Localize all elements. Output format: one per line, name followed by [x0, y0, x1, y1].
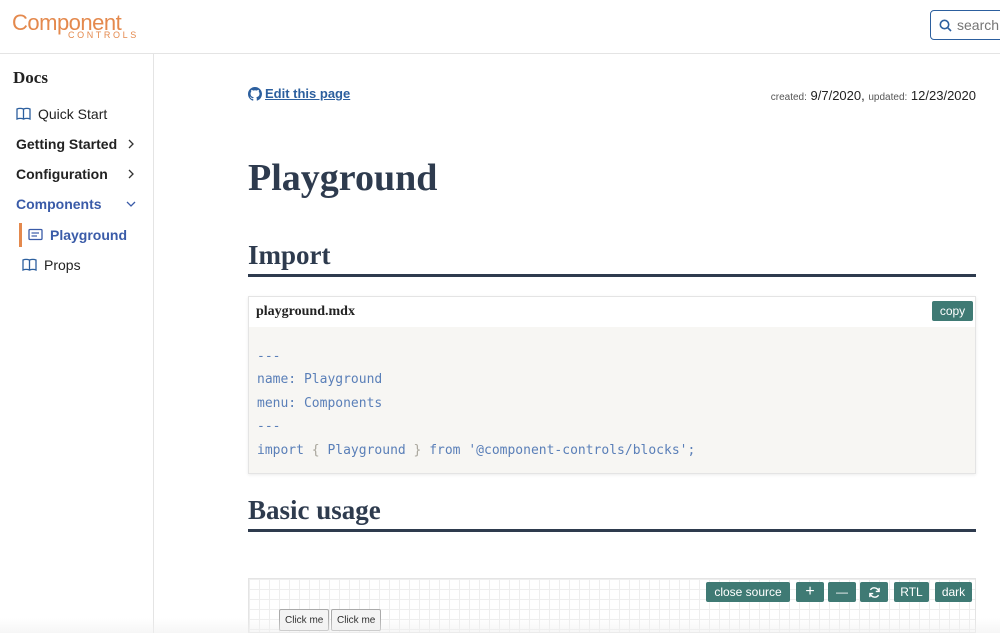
search-box[interactable]: [930, 10, 1000, 40]
created-label: created:: [770, 92, 807, 103]
close-source-button[interactable]: close source: [706, 582, 790, 602]
sidebar-item-label: Props: [44, 257, 81, 273]
code-token: from '@component-controls/blocks';: [421, 442, 696, 458]
chevron-right-icon: [128, 169, 134, 179]
dark-button[interactable]: dark: [935, 582, 972, 602]
sidebar-item-label: Playground: [50, 227, 128, 243]
sidebar-item-playground[interactable]: Playground: [0, 222, 154, 248]
code-header: playground.mdx copy: [249, 297, 975, 327]
updated-date: 12/23/2020: [910, 88, 976, 103]
sidebar-item-label: Components: [16, 196, 102, 212]
sidebar-item-props[interactable]: Props: [0, 252, 154, 278]
sidebar: Docs Quick Start Getting Started Configu…: [0, 54, 154, 633]
code-token: {: [311, 442, 320, 458]
sidebar-item-configuration[interactable]: Configuration: [0, 161, 154, 187]
sidebar-item-label: Quick Start: [38, 106, 108, 122]
click-me-button[interactable]: Click me: [331, 609, 382, 631]
book-icon: [22, 258, 38, 272]
sidebar-item-label: Getting Started: [16, 136, 118, 152]
page-dates: created: 9/7/2020, updated: 12/23/2020: [771, 88, 976, 103]
search-icon: [939, 19, 952, 32]
edit-page-label: Edit this page: [265, 86, 351, 101]
code-line: name: Playground: [257, 372, 383, 388]
code-token: Playground: [319, 442, 414, 458]
book-icon: [16, 107, 32, 121]
chevron-down-icon: [126, 201, 136, 207]
sidebar-title: Docs: [13, 68, 48, 87]
code-line: ---: [257, 419, 281, 435]
logo[interactable]: Component CONTROLS: [12, 10, 137, 42]
sidebar-item-components[interactable]: Components: [0, 191, 154, 217]
code-line: import { Playground } from '@component-c…: [257, 439, 975, 462]
created-date: 9/7/2020,: [810, 88, 865, 103]
zoom-in-button[interactable]: +: [796, 582, 824, 602]
copy-button[interactable]: copy: [932, 301, 973, 321]
code-content: --- name: Playground menu: Components --…: [249, 327, 975, 473]
code-block: playground.mdx copy --- name: Playground…: [248, 296, 976, 474]
playground-canvas: close source + — RTL dark Click me Click…: [248, 578, 976, 633]
github-icon: [248, 86, 262, 101]
reset-button[interactable]: [860, 582, 888, 602]
page-title: Playground: [248, 157, 438, 199]
sidebar-item-getting-started[interactable]: Getting Started: [0, 131, 154, 157]
sidebar-item-quick-start[interactable]: Quick Start: [0, 101, 154, 127]
top-header: Component CONTROLS: [0, 0, 1000, 54]
page-icon: [28, 228, 44, 242]
logo-sub-text: CONTROLS: [68, 30, 139, 40]
search-input[interactable]: [957, 17, 1000, 33]
edit-page-link[interactable]: Edit this page: [248, 86, 350, 101]
code-line: menu: Components: [257, 395, 383, 411]
section-heading-basic-usage: Basic usage: [248, 495, 976, 532]
code-line: ---: [257, 349, 281, 364]
rtl-button[interactable]: RTL: [894, 582, 929, 602]
refresh-icon: [868, 586, 880, 598]
updated-label: updated:: [868, 92, 908, 103]
section-heading-import: Import: [248, 240, 976, 277]
zoom-out-button[interactable]: —: [828, 582, 856, 602]
code-filename: playground.mdx: [256, 304, 355, 319]
code-token: import: [257, 442, 312, 458]
chevron-right-icon: [128, 139, 134, 149]
sidebar-item-label: Configuration: [16, 166, 108, 182]
click-me-button[interactable]: Click me: [279, 609, 330, 631]
